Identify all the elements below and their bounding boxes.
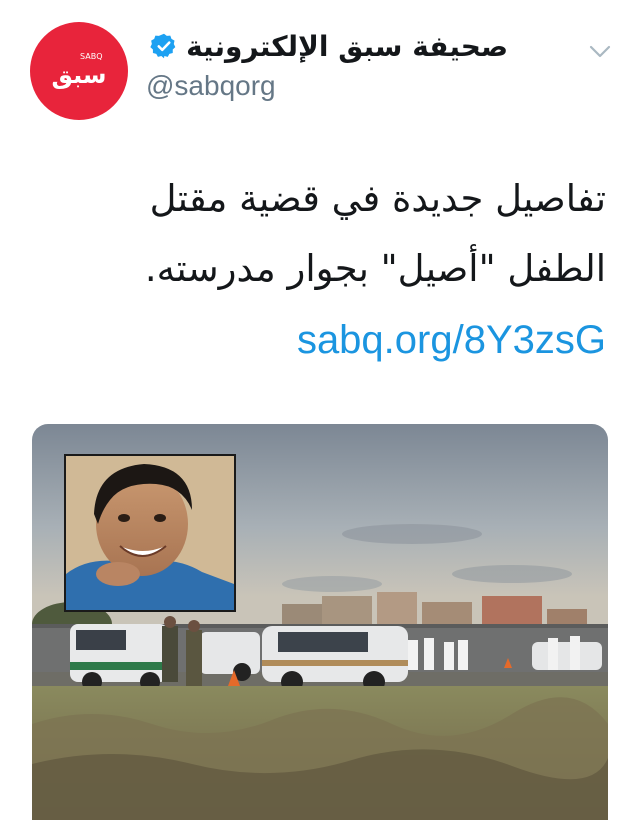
tweet-media-image[interactable] (32, 424, 608, 820)
author-display-name[interactable]: صحيفة سبق الإلكترونية (186, 30, 508, 63)
avatar-logo-small: SABQ (80, 52, 103, 61)
author-handle[interactable]: @sabqorg (146, 70, 276, 102)
verified-badge-icon (150, 32, 178, 60)
author-avatar[interactable]: SABQ سبق (30, 22, 128, 120)
chevron-down-icon[interactable] (588, 44, 612, 60)
tweet-text: تفاصيل جديدة في قضية مقتل الطفل "أصيل" ب… (144, 177, 606, 290)
author-name-row[interactable]: صحيفة سبق الإلكترونية (150, 26, 508, 66)
tweet-link[interactable]: sabq.org/8Y3zsG (297, 318, 606, 363)
avatar-logo-text: سبق (51, 61, 107, 89)
